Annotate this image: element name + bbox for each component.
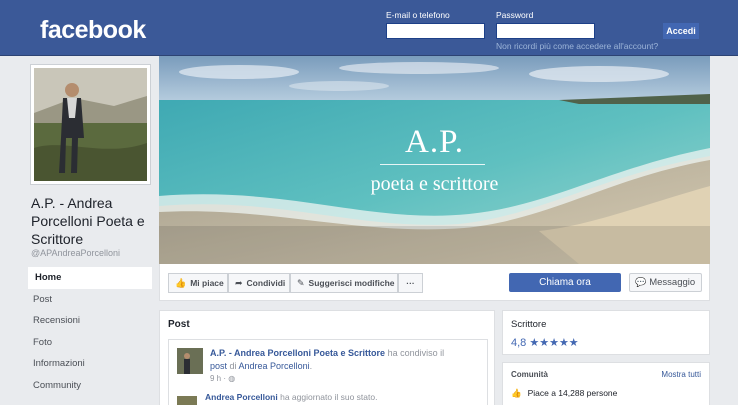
post-timestamp[interactable]: 9 h · ◍: [210, 374, 235, 383]
cover-photo[interactable]: A.P. poeta e scrittore: [159, 56, 710, 264]
message-button[interactable]: 💬 Messaggio: [629, 273, 702, 292]
nav-item-posts[interactable]: Post: [28, 289, 152, 311]
nav-item-community[interactable]: Community: [28, 375, 152, 397]
page-handle[interactable]: @APAndreaPorcelloni: [31, 248, 120, 258]
post-avatar[interactable]: [177, 348, 203, 374]
show-all-link[interactable]: Mostra tutti: [661, 370, 701, 379]
password-input[interactable]: [496, 23, 595, 39]
share-button[interactable]: ➦ Condividi: [228, 273, 290, 293]
message-label: Messaggio: [649, 277, 696, 288]
login-button[interactable]: Accedi: [663, 23, 699, 39]
like-button[interactable]: 👍 Mi piace: [168, 273, 228, 293]
forgot-account-link[interactable]: Non ricordi più come accedere all'accoun…: [496, 41, 658, 51]
page-nav: Home Post Recensioni Foto Informazioni C…: [28, 267, 152, 396]
likes-count: 👍 Piace a 14,288 persone: [511, 388, 617, 399]
category-label[interactable]: Scrittore: [511, 319, 546, 330]
pencil-icon: ✎: [297, 278, 305, 288]
post-text: A.P. - Andrea Porcelloni Poeta e Scritto…: [210, 348, 445, 371]
post-original-author-link[interactable]: Andrea Porcelloni: [239, 361, 310, 371]
profile-image: [34, 68, 147, 181]
cover-subtitle: poeta e scrittore: [370, 173, 499, 195]
posts-heading: Post: [168, 319, 190, 330]
community-heading: Comunità: [511, 370, 548, 379]
posts-section: Post A.P. - Andrea Porcelloni Poeta e Sc…: [159, 310, 495, 405]
email-input[interactable]: [386, 23, 485, 39]
like-label: Mi piace: [190, 278, 224, 288]
top-bar: facebook E-mail o telefono Password Non …: [0, 0, 738, 56]
globe-icon: ◍: [228, 374, 236, 383]
thumbs-up-icon: 👍: [511, 388, 522, 398]
post2-avatar[interactable]: [177, 396, 197, 405]
password-label: Password: [496, 10, 534, 20]
nav-item-about[interactable]: Informazioni: [28, 353, 152, 375]
action-bar: 👍 Mi piace ➦ Condividi ✎ Suggerisci modific…: [159, 264, 710, 301]
post-text-part: di: [227, 361, 239, 371]
page-title: A.P. - Andrea Porcelloni Poeta e Scritto…: [31, 195, 145, 247]
post2-text-part: ha aggiornato il suo stato.: [277, 392, 378, 402]
share-arrow-icon: ➦: [235, 278, 243, 288]
nav-item-home[interactable]: Home: [28, 267, 152, 289]
post-author-link[interactable]: A.P. - Andrea Porcelloni Poeta e Scritto…: [210, 348, 385, 358]
share-label: Condividi: [246, 278, 286, 288]
post-card: A.P. - Andrea Porcelloni Poeta e Scritto…: [168, 339, 488, 405]
post2-text: Andrea Porcelloni ha aggiornato il suo s…: [205, 392, 377, 402]
thumbs-up-icon: 👍: [175, 278, 187, 288]
nav-item-reviews[interactable]: Recensioni: [28, 310, 152, 332]
community-card: Comunità Mostra tutti 👍 Piace a 14,288 pe…: [502, 362, 710, 405]
post-text-part: ha condiviso il: [385, 348, 445, 358]
facebook-logo[interactable]: facebook: [40, 16, 146, 45]
star-icons: ★★★★★: [529, 337, 579, 349]
post-time: 9 h: [210, 374, 222, 383]
post2-author-link[interactable]: Andrea Porcelloni: [205, 392, 278, 402]
rating-value: 4,8: [511, 337, 527, 349]
cover-divider: [380, 164, 485, 165]
nav-item-photos[interactable]: Foto: [28, 332, 152, 354]
post-link[interactable]: post: [210, 361, 227, 371]
category-card: Scrittore 4,8 ★★★★★: [502, 310, 710, 355]
cover-title: A.P.: [404, 124, 465, 160]
email-label: E-mail o telefono: [386, 10, 450, 20]
suggest-edits-button[interactable]: ✎ Suggerisci modifiche: [290, 273, 398, 293]
suggest-label: Suggerisci modifiche: [308, 278, 395, 288]
call-now-button[interactable]: Chiama ora: [509, 273, 621, 292]
likes-text: Piace a 14,288 persone: [527, 388, 618, 398]
rating[interactable]: 4,8 ★★★★★: [511, 336, 579, 349]
profile-picture[interactable]: [30, 64, 151, 185]
messenger-icon: 💬: [635, 277, 647, 287]
more-options-button[interactable]: ···: [398, 273, 423, 293]
